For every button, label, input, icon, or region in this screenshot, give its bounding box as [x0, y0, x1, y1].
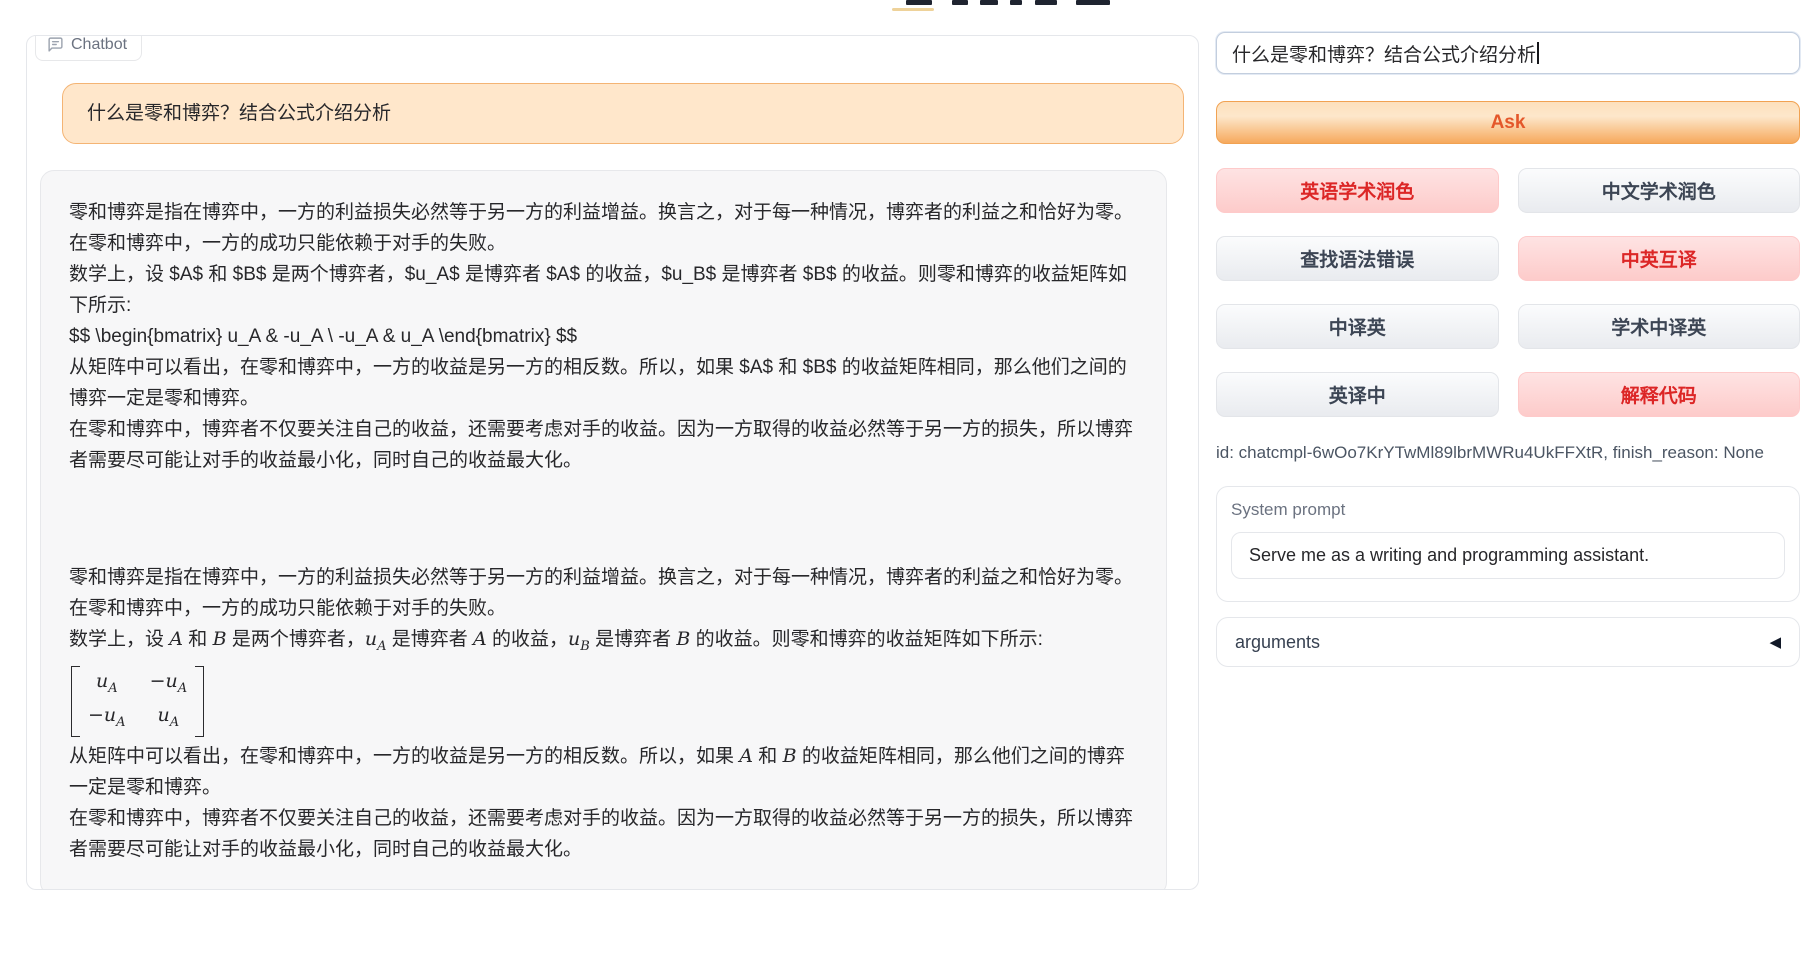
- system-prompt-label: System prompt: [1231, 500, 1785, 520]
- text-caret: [1537, 42, 1539, 64]
- button-zh-en-mutual-translate[interactable]: 中英互译: [1518, 236, 1801, 281]
- latex-matrix: uA−uA−uAuA: [71, 666, 204, 738]
- arguments-accordion[interactable]: arguments ◀: [1216, 617, 1800, 667]
- chatbot-label-text: Chatbot: [71, 37, 127, 53]
- chat-bubble-icon: [47, 36, 64, 53]
- button-find-grammar-errors[interactable]: 查找语法错误: [1216, 236, 1499, 281]
- quick-action-grid: 英语学术润色 中文学术润色 查找语法错误 中英互译 中译英 学术中译英 英译中 …: [1216, 168, 1800, 417]
- question-input-value: 什么是零和博弈？结合公式介绍分析: [1232, 40, 1536, 67]
- message-line: 零和博弈是指在博弈中，一方的利益损失必然等于另一方的利益增益。换言之，对于每一种…: [69, 562, 1138, 624]
- message-line: 在零和博弈中，博弈者不仅要关注自己的收益，还需要考虑对手的收益。因为一方取得的收…: [69, 803, 1138, 865]
- ask-button[interactable]: Ask: [1216, 101, 1800, 144]
- collapse-arrow-icon: ◀: [1769, 633, 1781, 651]
- arguments-accordion-label: arguments: [1235, 632, 1320, 653]
- button-zh-to-en[interactable]: 中译英: [1216, 304, 1499, 349]
- button-chinese-academic-polish[interactable]: 中文学术润色: [1518, 168, 1801, 213]
- chatbot-label: Chatbot: [35, 35, 142, 61]
- message-line: 在零和博弈中，博弈者不仅要关注自己的收益，还需要考虑对手的收益。因为一方取得的收…: [69, 414, 1138, 476]
- bot-message-row: 零和博弈是指在博弈中，一方的利益损失必然等于另一方的利益增益。换言之，对于每一种…: [40, 170, 1167, 890]
- message-line: 从矩阵中可以看出，在零和博弈中，一方的收益是另一方的相反数。所以，如果 A 和 …: [69, 741, 1138, 803]
- button-en-to-zh[interactable]: 英译中: [1216, 372, 1499, 417]
- system-prompt-input[interactable]: Serve me as a writing and programming as…: [1231, 532, 1785, 579]
- button-academic-zh-to-en[interactable]: 学术中译英: [1518, 304, 1801, 349]
- system-prompt-card: System prompt Serve me as a writing and …: [1216, 486, 1800, 602]
- button-explain-code[interactable]: 解释代码: [1518, 372, 1801, 417]
- clipped-page-title: [880, 0, 1150, 12]
- completion-status-line: id: chatcmpl-6wOo7KrYTwMl89lbrMWRu4UkFFX…: [1216, 443, 1800, 463]
- bot-message[interactable]: 零和博弈是指在博弈中，一方的利益损失必然等于另一方的利益增益。换言之，对于每一种…: [40, 170, 1167, 890]
- message-line: 数学上，设 $A$ 和 $B$ 是两个博弈者，$u_A$ 是博弈者 $A$ 的收…: [69, 259, 1138, 321]
- question-input[interactable]: 什么是零和博弈？结合公式介绍分析: [1216, 32, 1800, 74]
- user-message-text: 什么是零和博弈？结合公式介绍分析: [87, 103, 391, 124]
- message-paragraph-gap: [69, 476, 1138, 562]
- user-message[interactable]: 什么是零和博弈？结合公式介绍分析: [62, 83, 1184, 144]
- message-line: $$ \begin{bmatrix} u_A & -u_A \ -u_A & u…: [69, 321, 1138, 352]
- message-line: 零和博弈是指在博弈中，一方的利益损失必然等于另一方的利益增益。换言之，对于每一种…: [69, 197, 1138, 259]
- message-line: 从矩阵中可以看出，在零和博弈中，一方的收益是另一方的相反数。所以，如果 $A$ …: [69, 352, 1138, 414]
- control-column: 什么是零和博弈？结合公式介绍分析 Ask 英语学术润色 中文学术润色 查找语法错…: [1216, 32, 1800, 667]
- bot-message-text: 零和博弈是指在博弈中，一方的利益损失必然等于另一方的利益增益。换言之，对于每一种…: [69, 197, 1138, 865]
- chatbot-panel: Chatbot 什么是零和博弈？结合公式介绍分析 零和博弈是指在博弈中，一方的利…: [26, 35, 1199, 890]
- message-line: 数学上，设 A 和 B 是两个博弈者，uA 是博弈者 A 的收益，uB 是博弈者…: [69, 624, 1138, 662]
- system-prompt-value: Serve me as a writing and programming as…: [1249, 545, 1649, 566]
- user-message-row: 什么是零和博弈？结合公式介绍分析: [62, 83, 1184, 144]
- button-english-academic-polish[interactable]: 英语学术润色: [1216, 168, 1499, 213]
